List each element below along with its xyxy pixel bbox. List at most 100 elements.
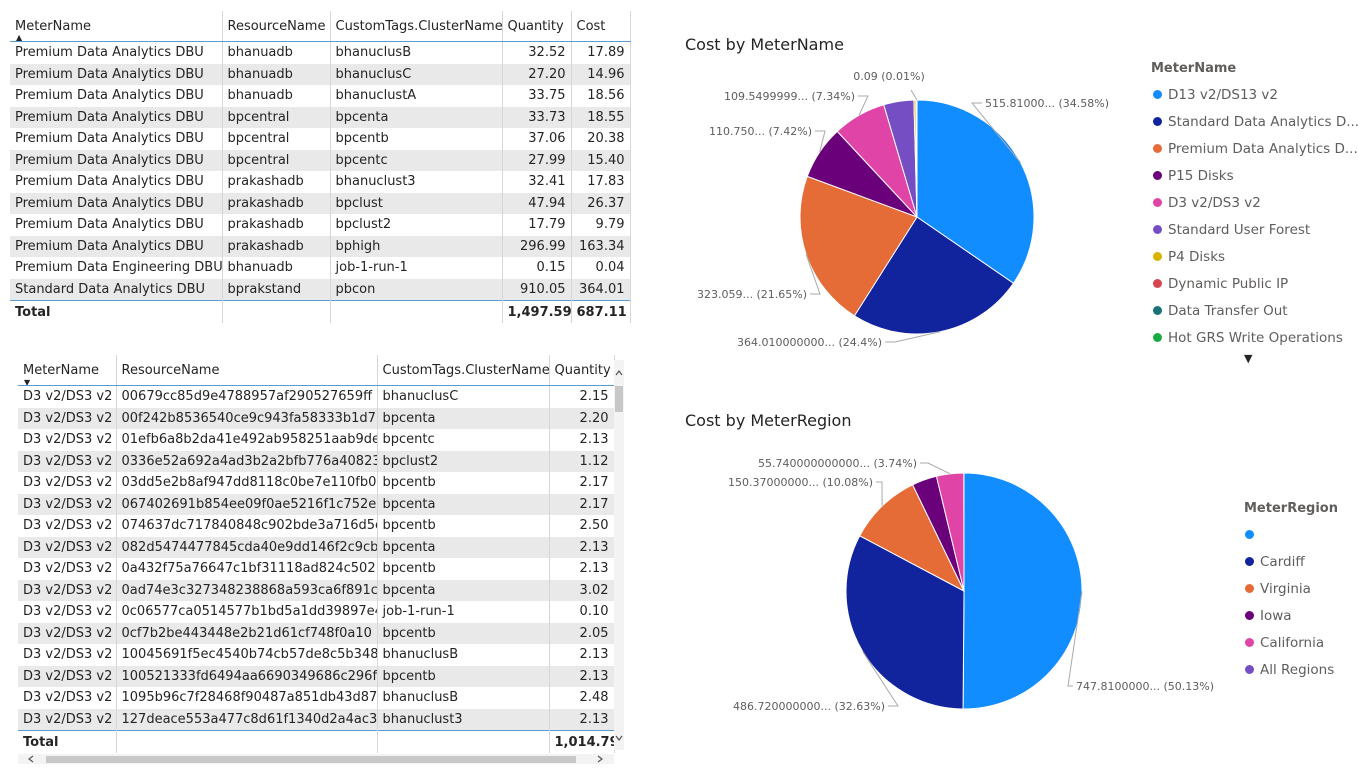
legend-item[interactable]: D3 v2/DS3 v2 — [1153, 189, 1358, 216]
legend-dot-icon — [1153, 279, 1162, 288]
legend-item[interactable] — [1245, 521, 1334, 548]
legend-label: Standard User Forest — [1168, 221, 1311, 238]
data-label: 515.81000... (34.58%) — [985, 97, 1109, 110]
legend-item[interactable]: Cardiff — [1245, 548, 1334, 575]
legend-item[interactable]: P15 Disks — [1153, 162, 1358, 189]
quantity-table-total-row: Total 1,014.79 — [18, 730, 615, 753]
table-row[interactable]: Premium Data Analytics DBU prakashadb bpcl… — [10, 214, 631, 236]
table-row[interactable]: D3 v2/DS3 v2 074637dc717840848c902bde3a71… — [18, 515, 615, 537]
table-row[interactable]: Premium Data Analytics DBU bpcentral bpcen… — [10, 128, 631, 150]
data-label: 109.5499999... (7.34%) — [724, 90, 855, 103]
table-row[interactable]: Premium Data Analytics DBU bhanuadb bhanuc… — [10, 85, 631, 107]
col2-header-quantity[interactable]: Quantity — [549, 355, 615, 386]
table-cell: 910.05 — [502, 278, 572, 301]
table-row[interactable]: D3 v2/DS3 v2 10045691f5ec4540b74cb57de8c5… — [18, 644, 615, 666]
legend-item[interactable]: Hot GRS Write Operations — [1153, 324, 1358, 351]
table-row[interactable]: Premium Data Engineering DBU bhanuadb job-… — [10, 257, 631, 279]
table-row[interactable]: D3 v2/DS3 v2 00679cc85d9e4788957af2905276… — [18, 385, 615, 408]
table-cell: Premium Data Analytics DBU — [10, 63, 223, 85]
col-header-resourcename[interactable]: ResourceName — [222, 11, 331, 42]
legend-item[interactable]: P4 Disks — [1153, 243, 1358, 270]
table-cell: 074637dc717840848c902bde3a716d5c — [116, 515, 378, 537]
quantity-table: MeterName ▼ ResourceName CustomTags.Clust… — [18, 355, 615, 753]
table-row[interactable]: D3 v2/DS3 v2 0a432f75a76647c1bf31118ad824… — [18, 558, 615, 580]
table-row[interactable]: D3 v2/DS3 v2 0ad74e3c327348238868a593ca6f… — [18, 579, 615, 601]
legend-dot-icon — [1245, 611, 1254, 620]
pie-chart-metername[interactable]: 515.81000... (34.58%) 364.010000000... (2… — [640, 60, 1150, 360]
legend-item[interactable]: Virginia — [1245, 575, 1334, 602]
table-cell: 27.20 — [502, 63, 572, 85]
table-cell: D3 v2/DS3 v2 — [18, 708, 117, 731]
legend-dot-icon — [1153, 225, 1162, 234]
legend-dot-icon — [1153, 198, 1162, 207]
table-row[interactable]: D3 v2/DS3 v2 067402691b854ee09f0ae5216f1c… — [18, 493, 615, 515]
legend-item[interactable]: Iowa — [1245, 602, 1334, 629]
table-row[interactable]: Premium Data Analytics DBU prakashadb bpcl… — [10, 192, 631, 214]
horizontal-scrollbar[interactable] — [18, 754, 614, 764]
table-cell: prakashadb — [222, 192, 331, 214]
col2-header-resourcename[interactable]: ResourceName — [116, 355, 378, 386]
legend-label: Cardiff — [1260, 553, 1305, 570]
table-row[interactable]: Premium Data Analytics DBU bpcentral bpcen… — [10, 149, 631, 171]
sort-descending-icon[interactable]: ▼ — [24, 378, 30, 385]
table-row[interactable]: D3 v2/DS3 v2 0336e52a692a4ad3b2a2bfb776a4… — [18, 450, 615, 472]
table-cell: bhanuadb — [222, 257, 331, 279]
table-cell: 26.37 — [571, 192, 631, 214]
table-row[interactable]: D3 v2/DS3 v2 00f242b8536540ce9c943fa58333… — [18, 407, 615, 429]
legend-item[interactable]: Data Transfer Out — [1153, 297, 1358, 324]
legend-item[interactable]: All Regions — [1245, 656, 1334, 683]
table-row[interactable]: D3 v2/DS3 v2 0c06577ca0514577b1bd5a1dd398… — [18, 601, 615, 623]
table-row[interactable]: D3 v2/DS3 v2 01efb6a8b2da41e492ab958251aa… — [18, 429, 615, 451]
legend-more-icon[interactable]: ▼ — [1244, 352, 1252, 365]
table-cell: 27.99 — [502, 149, 572, 171]
legend-item[interactable]: D13 v2/DS13 v2 — [1153, 81, 1358, 108]
pie-chart-meterregion[interactable]: 747.8100000... (50.13%) 486.720000000... … — [640, 440, 1240, 730]
table-cell: bphigh — [330, 235, 503, 257]
legend-item[interactable]: California — [1245, 629, 1334, 656]
table-row[interactable]: D3 v2/DS3 v2 03dd5e2b8af947dd8118c0be7e11… — [18, 472, 615, 494]
table-row[interactable]: D3 v2/DS3 v2 1095b96c7f28468f90487a851db4… — [18, 687, 615, 709]
legend-dot-icon — [1153, 144, 1162, 153]
table-cell: bpcentb — [377, 665, 550, 687]
vertical-scrollbar[interactable] — [614, 360, 624, 750]
table-row[interactable]: D3 v2/DS3 v2 0cf7b2be443448e2b21d61cf748f… — [18, 622, 615, 644]
table-cell: job-1-run-1 — [377, 601, 550, 623]
table-row[interactable]: Premium Data Analytics DBU bhanuadb bhanuc… — [10, 41, 631, 64]
table-row[interactable]: D3 v2/DS3 v2 127deace553a477c8d61f1340d2a… — [18, 708, 615, 731]
table-cell: prakashadb — [222, 235, 331, 257]
col-header-metername[interactable]: MeterName ▲ — [10, 11, 223, 42]
table-row[interactable]: Premium Data Analytics DBU prakashadb bphi… — [10, 235, 631, 257]
table-cell: Premium Data Analytics DBU — [10, 41, 223, 64]
table-cell: Premium Data Analytics DBU — [10, 192, 223, 214]
table-row[interactable]: Premium Data Analytics DBU bpcentral bpcen… — [10, 106, 631, 128]
table-cell: 18.55 — [571, 106, 631, 128]
col-header-cost[interactable]: Cost — [571, 11, 631, 42]
legend-dot-icon — [1245, 638, 1254, 647]
col-header-quantity[interactable]: Quantity — [502, 11, 572, 42]
table-cell: bhanuadb — [222, 63, 331, 85]
col2-header-clustername[interactable]: CustomTags.ClusterName — [377, 355, 550, 386]
table-row[interactable]: D3 v2/DS3 v2 100521333fd6494aa6690349686c… — [18, 665, 615, 687]
table-row[interactable]: D3 v2/DS3 v2 082d5474477845cda40e9dd146f2… — [18, 536, 615, 558]
legend-item[interactable]: Standard User Forest — [1153, 216, 1358, 243]
table-cell: D3 v2/DS3 v2 — [18, 687, 117, 709]
table-cell: D3 v2/DS3 v2 — [18, 515, 117, 537]
col-header-clustername[interactable]: CustomTags.ClusterName — [330, 11, 503, 42]
table-cell: Premium Data Analytics DBU — [10, 128, 223, 150]
table-row[interactable]: Standard Data Analytics DBU bprakstand pbc… — [10, 278, 631, 301]
table-cell: Premium Data Analytics DBU — [10, 106, 223, 128]
legend-item[interactable]: Standard Data Analytics D... — [1153, 108, 1358, 135]
sort-ascending-icon[interactable]: ▲ — [16, 33, 22, 41]
table-row[interactable]: Premium Data Analytics DBU bhanuadb bhanuc… — [10, 63, 631, 85]
leader-line — [876, 481, 883, 507]
table-cell: 00f242b8536540ce9c943fa58333b1d7 — [116, 407, 378, 429]
table-cell: 0c06577ca0514577b1bd5a1dd39897e4 — [116, 601, 378, 623]
pie-slice[interactable] — [962, 472, 1083, 710]
legend-item[interactable]: Premium Data Analytics D... — [1153, 135, 1358, 162]
table-row[interactable]: Premium Data Analytics DBU prakashadb bhan… — [10, 171, 631, 193]
table-cell: D3 v2/DS3 v2 — [18, 579, 117, 601]
table-cell: 18.56 — [571, 85, 631, 107]
col2-header-metername[interactable]: MeterName ▼ — [18, 355, 117, 386]
legend-item[interactable]: Dynamic Public IP — [1153, 270, 1358, 297]
legend-dot-icon — [1153, 90, 1162, 99]
